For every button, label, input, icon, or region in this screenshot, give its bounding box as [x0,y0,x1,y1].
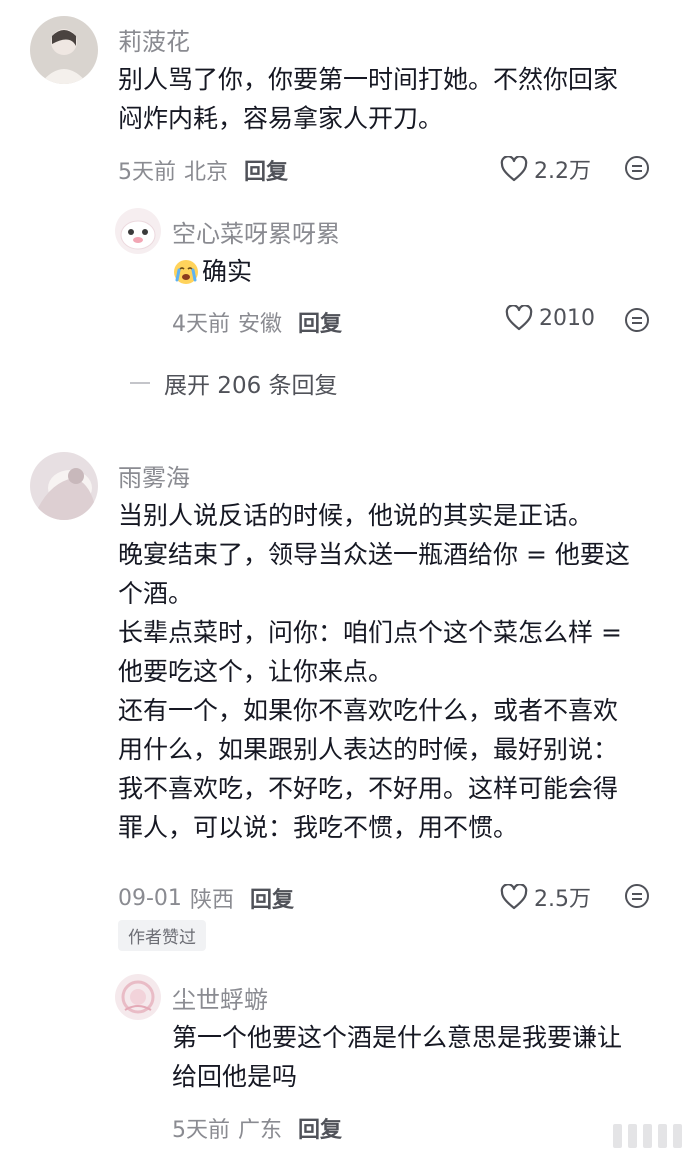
dislike-button[interactable] [624,155,650,181]
watermark [613,1124,682,1148]
like-count: 2010 [539,305,595,331]
comment-text-line: 别人骂了你，你要第一时间打她。不然你回家 [118,65,619,94]
comment-time: 09-01 [118,885,182,911]
frown-face-icon [625,884,649,908]
comment-text: 别人骂了你，你要第一时间打她。不然你回家 闷炸内耗，容易拿家人开刀。 [118,60,618,138]
divider [130,382,150,384]
author-liked-badge: 作者赞过 [118,920,206,951]
reply-text: 第一个他要这个酒是什么意思是我要谦让 给回他是吗 [172,1018,622,1096]
comment-text-line: 当别人说反话的时候，他说的其实是正话。 [118,501,594,530]
heart-outline-icon [500,884,528,910]
comment-location: 安徽 [238,312,283,337]
comment-meta: 5天前 北京 回复 [118,154,288,186]
comment-time: 4天前 [172,312,230,337]
comment-text-line: 他要吃这个，让你来点。 [118,657,394,686]
reply-button[interactable]: 回复 [244,154,288,186]
comment-text-line: 个酒。 [118,579,194,608]
comment-time: 5天前 [118,160,176,185]
dislike-button[interactable] [624,883,650,909]
comment-time: 5天前 [172,1118,230,1143]
comment-meta: 09-01 陕西 回复 [118,882,294,914]
heart-outline-icon [500,156,528,182]
comment-text-line: 晚宴结束了，领导当众送一瓶酒给你 = 他要这 [118,540,630,569]
username[interactable]: 尘世蜉蝣 [172,980,268,1015]
like-button[interactable]: 2.5万 [500,881,591,913]
watermark-mark [658,1124,667,1148]
comment-text-line: 用什么，如果跟别人表达的时候，最好别说： [118,735,619,764]
username[interactable]: 莉菠花 [118,22,190,57]
like-button[interactable]: 2.2万 [500,153,591,185]
comment-location: 陕西 [189,888,234,913]
avatar[interactable] [115,974,161,1020]
reply-text-content: 确实 [202,257,253,286]
comment-location: 北京 [184,160,229,185]
reply-button[interactable]: 回复 [250,882,294,914]
avatar[interactable] [30,452,98,520]
heart-outline-icon [505,305,533,331]
comment-location: 广东 [238,1118,283,1143]
comment-text-line: 闷炸内耗，容易拿家人开刀。 [118,104,444,133]
comment-text-line: 我不喜欢吃，不好吃，不好用。这样可能会得 [118,774,619,803]
like-count: 2.5万 [534,887,591,912]
reply-button[interactable]: 回复 [298,306,342,338]
expand-replies-button[interactable]: 展开 206 条回复 [130,366,338,400]
dislike-button[interactable] [624,307,650,333]
watermark-mark [613,1124,622,1148]
crying-face-emoji-icon [174,259,198,284]
comment-text-line: 还有一个，如果你不喜欢吃什么，或者不喜欢 [118,696,619,725]
username[interactable]: 空心菜呀累呀累 [172,214,340,249]
comment-text-line: 长辈点菜时，问你：咱们点个这个菜怎么样 = [118,618,622,647]
avatar[interactable] [30,16,98,84]
comment-text: 当别人说反话的时候，他说的其实是正话。 晚宴结束了，领导当众送一瓶酒给你 = 他… [118,496,630,847]
comment-text-line: 罪人，可以说：我吃不惯，用不惯。 [118,813,519,842]
reply-button[interactable]: 回复 [298,1112,342,1144]
reply-text: 确实 [172,252,252,291]
expand-replies-label: 展开 206 条回复 [164,373,338,399]
like-button[interactable]: 2010 [505,305,595,331]
avatar[interactable] [115,208,161,254]
comment-meta: 4天前 安徽 回复 [172,306,342,338]
watermark-mark [673,1124,682,1148]
like-count: 2.2万 [534,159,591,184]
frown-face-icon [625,156,649,180]
comment-meta: 5天前 广东 回复 [172,1112,342,1144]
frown-face-icon [625,308,649,332]
username[interactable]: 雨雾海 [118,458,190,493]
watermark-mark [628,1124,637,1148]
comment-text-line: 给回他是吗 [172,1062,298,1091]
watermark-mark [643,1124,652,1148]
comment-text-line: 第一个他要这个酒是什么意思是我要谦让 [172,1023,623,1052]
